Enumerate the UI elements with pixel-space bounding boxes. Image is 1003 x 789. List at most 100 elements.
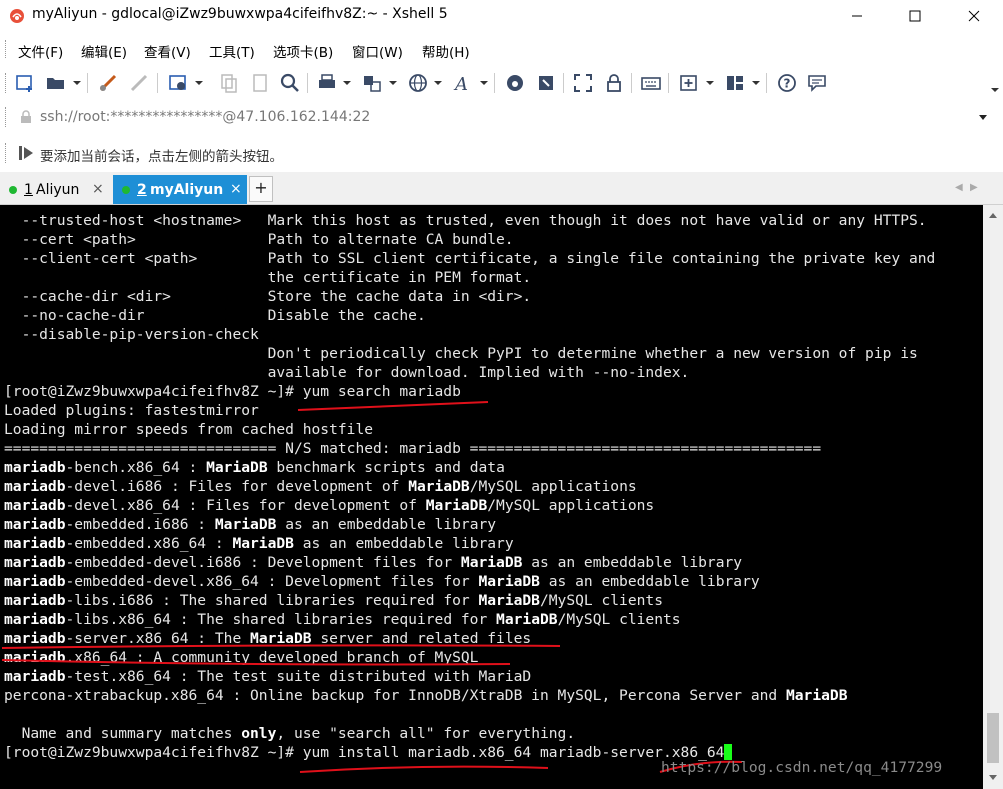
session-hint-text: 要添加当前会话，点击左侧的箭头按钮。 (40, 149, 283, 165)
copy-icon[interactable] (218, 72, 240, 94)
tab-aliyun[interactable]: 1 Aliyun × (0, 175, 110, 204)
terminal-line: --cache-dir <dir> Store the cache data i… (4, 288, 532, 305)
add-tab-icon[interactable] (678, 72, 700, 94)
terminal-line: mariadb-libs.i686 : The shared libraries… (4, 592, 663, 609)
terminal-line: --trusted-host <hostname> Mark this host… (4, 212, 927, 229)
terminal-line: --cert <path> Path to alternate CA bundl… (4, 231, 514, 248)
properties-icon[interactable] (167, 72, 189, 94)
scroll-down-icon[interactable] (989, 775, 997, 780)
tab-label: myAliyun (150, 182, 224, 198)
terminal-line: =============================== N/S matc… (4, 440, 822, 457)
chat-icon[interactable] (806, 72, 828, 94)
address-bar: ssh://root:****************@47.106.162.1… (0, 103, 1003, 131)
terminal-line: mariadb.x86_64 : A community developed b… (4, 649, 479, 666)
globe-dropdown-caret[interactable] (434, 81, 442, 85)
menu-window[interactable]: 窗口(W) (352, 41, 403, 61)
lock-icon (21, 110, 31, 123)
connection-status-dot (122, 186, 130, 194)
terminal-line: --client-cert <path> Path to SSL client … (4, 250, 936, 267)
properties-dropdown-caret[interactable] (195, 81, 203, 85)
toolbar-grip[interactable] (5, 143, 9, 163)
minimize-button[interactable] (834, 0, 880, 32)
menu-help[interactable]: 帮助(H) (422, 41, 470, 61)
terminal-line: mariadb-server.x86_64 : The MariaDB serv… (4, 630, 532, 647)
toolbar-overflow-caret[interactable] (991, 88, 999, 92)
menu-bar: 文件(F) 编辑(E) 查看(V) 工具(T) 选项卡(B) 窗口(W) 帮助(… (0, 36, 1003, 62)
layout-icon[interactable] (724, 72, 746, 94)
main-toolbar: A ? (0, 66, 1003, 100)
terminal-line: [root@iZwz9buwxwpa4cifeifhv8Z ~]# yum in… (4, 743, 733, 762)
font-icon[interactable]: A (452, 72, 474, 94)
window-title: myAliyun - gdlocal@iZwz9buwxwpa4cifeifhv… (32, 6, 448, 22)
paste-icon[interactable] (249, 72, 271, 94)
print-dropdown-caret[interactable] (343, 81, 351, 85)
layout-dropdown-caret[interactable] (752, 81, 760, 85)
address-input[interactable]: ssh://root:****************@47.106.162.1… (40, 109, 370, 125)
font-dropdown-caret[interactable] (480, 81, 488, 85)
xftp-icon[interactable] (535, 72, 557, 94)
open-folder-icon[interactable] (45, 72, 67, 94)
new-session-icon[interactable] (14, 72, 36, 94)
tab-scroll-right-icon[interactable]: ▶ (970, 182, 978, 193)
scroll-up-icon[interactable] (989, 213, 997, 218)
add-tab-dropdown-caret[interactable] (706, 81, 714, 85)
toolbar-grip[interactable] (5, 107, 9, 127)
tab-myaliyun[interactable]: 2 myAliyun × (113, 175, 247, 204)
print-icon[interactable] (316, 72, 338, 94)
find-icon[interactable] (279, 72, 301, 94)
new-tab-button[interactable]: + (249, 176, 273, 202)
terminal-line: Don't periodically check PyPI to determi… (4, 345, 918, 362)
menu-edit[interactable]: 编辑(E) (81, 41, 127, 61)
globe-icon[interactable] (407, 72, 429, 94)
connect-icon[interactable] (97, 72, 119, 94)
terminal-line: the certificate in PEM format. (4, 269, 532, 286)
terminal-line: mariadb-test.x86_64 : The test suite dis… (4, 668, 532, 685)
connection-status-dot (9, 186, 17, 194)
terminal-output[interactable]: --trusted-host <hostname> Mark this host… (0, 205, 983, 789)
xshell-app-icon (10, 9, 24, 23)
toolbar-separator (766, 73, 767, 93)
terminal-line: mariadb-bench.x86_64 : MariaDB benchmark… (4, 459, 505, 476)
toolbar-grip[interactable] (5, 73, 9, 93)
maximize-icon (909, 10, 921, 22)
svg-text:?: ? (784, 77, 791, 91)
menu-tabs[interactable]: 选项卡(B) (273, 41, 333, 61)
menu-view[interactable]: 查看(V) (144, 41, 191, 61)
disconnect-icon[interactable] (128, 72, 150, 94)
toolbar-separator (563, 73, 564, 93)
terminal-line: [root@iZwz9buwxwpa4cifeifhv8Z ~]# yum se… (4, 383, 461, 400)
session-tab-bar: 1 Aliyun × 2 myAliyun × + ◀ ▶ (0, 172, 1003, 205)
toolbar-separator (87, 73, 88, 93)
fullscreen-icon[interactable] (572, 72, 594, 94)
terminal-line: Loaded plugins: fastestmirror (4, 402, 259, 419)
tab-number: 2 (137, 182, 147, 198)
help-icon[interactable]: ? (776, 72, 798, 94)
tab-label: Aliyun (36, 182, 80, 198)
terminal-line: --no-cache-dir Disable the cache. (4, 307, 426, 324)
terminal-line: --disable-pip-version-check (4, 326, 259, 343)
svg-text:A: A (453, 74, 468, 94)
watermark-text: https://blog.csdn.net/qq_4177299 (661, 759, 943, 776)
address-dropdown-caret[interactable] (979, 115, 987, 120)
add-session-arrow-icon[interactable] (18, 144, 34, 162)
toolbar-grip[interactable] (5, 40, 9, 58)
menu-file[interactable]: 文件(F) (18, 41, 63, 61)
lock-icon[interactable] (603, 72, 625, 94)
tab-close-icon[interactable]: × (92, 181, 104, 197)
terminal-scrollbar[interactable] (983, 205, 1003, 789)
keyboard-icon[interactable] (640, 72, 662, 94)
scroll-thumb[interactable] (987, 713, 999, 763)
terminal-line: Loading mirror speeds from cached hostfi… (4, 421, 374, 438)
maximize-button[interactable] (892, 0, 938, 32)
menu-tools[interactable]: 工具(T) (209, 41, 255, 61)
close-window-button[interactable] (951, 0, 997, 32)
tab-scroll-left-icon[interactable]: ◀ (955, 182, 963, 193)
open-dropdown-caret[interactable] (73, 81, 81, 85)
transfer-dropdown-caret[interactable] (389, 81, 397, 85)
title-bar: myAliyun - gdlocal@iZwz9buwxwpa4cifeifhv… (0, 0, 1003, 32)
session-hint-bar: 要添加当前会话，点击左侧的箭头按钮。 (0, 139, 1003, 167)
xshell-icon[interactable] (504, 72, 526, 94)
tab-close-icon[interactable]: × (230, 181, 242, 197)
toolbar-separator (668, 73, 669, 93)
transfer-icon[interactable] (361, 72, 383, 94)
